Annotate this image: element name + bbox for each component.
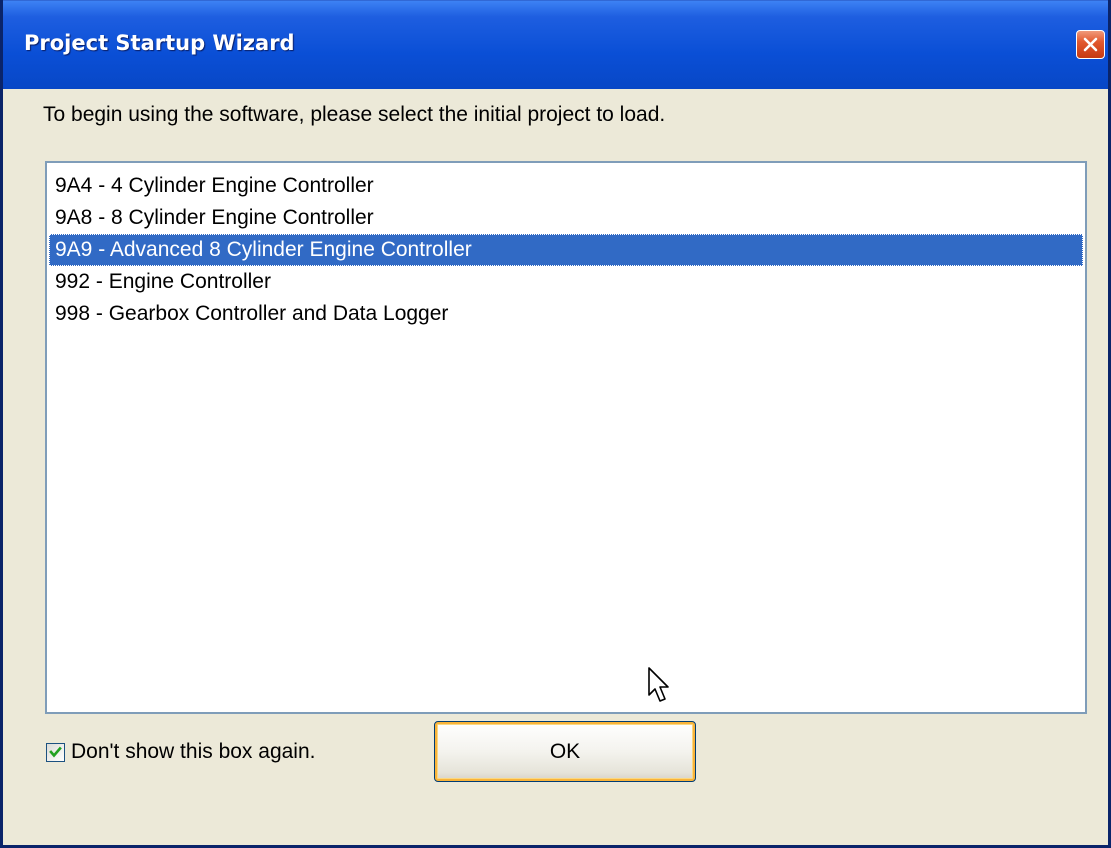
dont-show-again-option[interactable]: Don't show this box again.: [46, 740, 315, 764]
project-listbox[interactable]: 9A4 - 4 Cylinder Engine Controller 9A8 -…: [45, 161, 1087, 714]
project-list-item-selected[interactable]: 9A9 - Advanced 8 Cylinder Engine Control…: [49, 234, 1083, 266]
checkmark-icon: [49, 746, 62, 757]
project-list-item[interactable]: 9A8 - 8 Cylinder Engine Controller: [49, 202, 1083, 234]
ok-button[interactable]: OK: [434, 721, 696, 782]
window-title: Project Startup Wizard: [24, 31, 295, 55]
project-list-item[interactable]: 9A4 - 4 Cylinder Engine Controller: [49, 170, 1083, 202]
instruction-text: To begin using the software, please sele…: [43, 103, 666, 126]
project-list-item[interactable]: 992 - Engine Controller: [49, 266, 1083, 298]
dialog-window: Project Startup Wizard To begin using th…: [0, 0, 1111, 848]
dont-show-again-label: Don't show this box again.: [71, 740, 316, 763]
title-bar[interactable]: Project Startup Wizard: [3, 0, 1108, 89]
close-button[interactable]: [1076, 30, 1105, 59]
close-icon: [1083, 37, 1098, 52]
ok-button-label: OK: [549, 739, 581, 763]
dont-show-again-checkbox[interactable]: [46, 742, 65, 762]
dialog-body: To begin using the software, please sele…: [3, 89, 1108, 845]
project-list-item[interactable]: 998 - Gearbox Controller and Data Logger: [49, 298, 1083, 330]
